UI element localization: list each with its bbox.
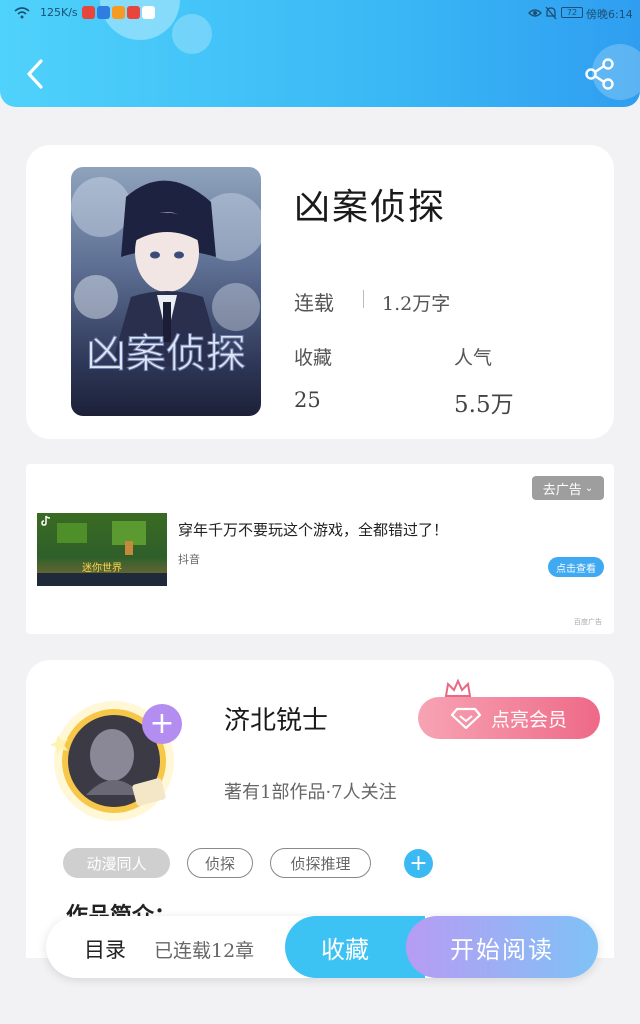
ad-image[interactable]: 迷你世界 — [37, 513, 167, 586]
collect-button[interactable]: 收藏 — [285, 916, 425, 978]
ad-cta-button[interactable]: 点击查看 — [548, 557, 604, 577]
mute-bell-icon — [545, 6, 557, 20]
chapter-count[interactable]: 已连载12章 — [154, 936, 254, 963]
ad-source: 抖音 — [178, 553, 200, 566]
catalog-button[interactable]: 目录 — [84, 934, 126, 964]
popularity-value: 5.5万 — [454, 392, 514, 418]
app-notification-icon — [82, 6, 95, 19]
ad-title[interactable]: 穿年千万不要玩这个游戏，全都错过了！ — [178, 519, 448, 540]
app-notification-icon — [97, 6, 110, 19]
author-avatar[interactable] — [38, 695, 208, 823]
app-notification-icon — [142, 6, 155, 19]
app-notification-icon — [112, 6, 125, 19]
popularity-label: 人气 — [454, 347, 493, 369]
header-bar: 125K/s 72 傍晚6:14 — [0, 0, 640, 107]
author-stats: 著有1部作品·7人关注 — [224, 782, 397, 803]
divider — [363, 290, 364, 308]
book-status: 连载 — [294, 291, 334, 315]
status-bar: 125K/s 72 傍晚6:14 — [0, 0, 640, 26]
collect-value: 25 — [294, 388, 321, 412]
word-count: 1.2万字 — [382, 293, 451, 315]
share-icon[interactable] — [584, 58, 616, 90]
avatar-frame — [50, 701, 174, 821]
add-tag-button[interactable]: + — [404, 849, 433, 878]
clock: 傍晚6:14 — [586, 8, 633, 21]
follow-plus-button[interactable]: + — [142, 704, 182, 744]
tag-item[interactable]: 侦探 — [187, 848, 253, 878]
remove-ad-button[interactable]: 去广告 ⌄ — [532, 476, 604, 500]
tag-item[interactable]: 侦探推理 — [270, 848, 371, 878]
game-screenshot: 迷你世界 — [37, 521, 167, 586]
weibo-icon — [127, 6, 140, 19]
cover-illustration: 凶案侦探 — [71, 177, 261, 378]
wifi-icon — [14, 7, 30, 19]
diamond-icon — [450, 707, 481, 729]
author-name[interactable]: 济北锐士 — [224, 700, 328, 737]
battery-icon: 72 — [561, 7, 583, 18]
vip-button[interactable]: 点亮会员 — [418, 697, 600, 739]
eye-icon — [528, 9, 542, 17]
svg-text:迷你世界: 迷你世界 — [82, 561, 122, 574]
book-cover[interactable]: 凶案侦探 — [71, 167, 261, 416]
svg-text:凶案侦探: 凶案侦探 — [86, 331, 246, 377]
chevron-down-icon: ⌄ — [584, 482, 594, 494]
plus-icon: + — [409, 851, 428, 876]
plus-icon: + — [149, 706, 175, 741]
tiktok-icon — [41, 515, 51, 526]
back-arrow-icon[interactable] — [24, 58, 46, 90]
collect-label: 收藏 — [294, 347, 333, 369]
start-reading-button[interactable]: 开始阅读 — [406, 916, 598, 978]
tag-item[interactable]: 动漫同人 — [63, 848, 170, 878]
ad-mark: 百度广告 — [574, 618, 602, 626]
book-title: 凶案侦探 — [294, 187, 447, 228]
net-speed: 125K/s — [40, 6, 78, 19]
